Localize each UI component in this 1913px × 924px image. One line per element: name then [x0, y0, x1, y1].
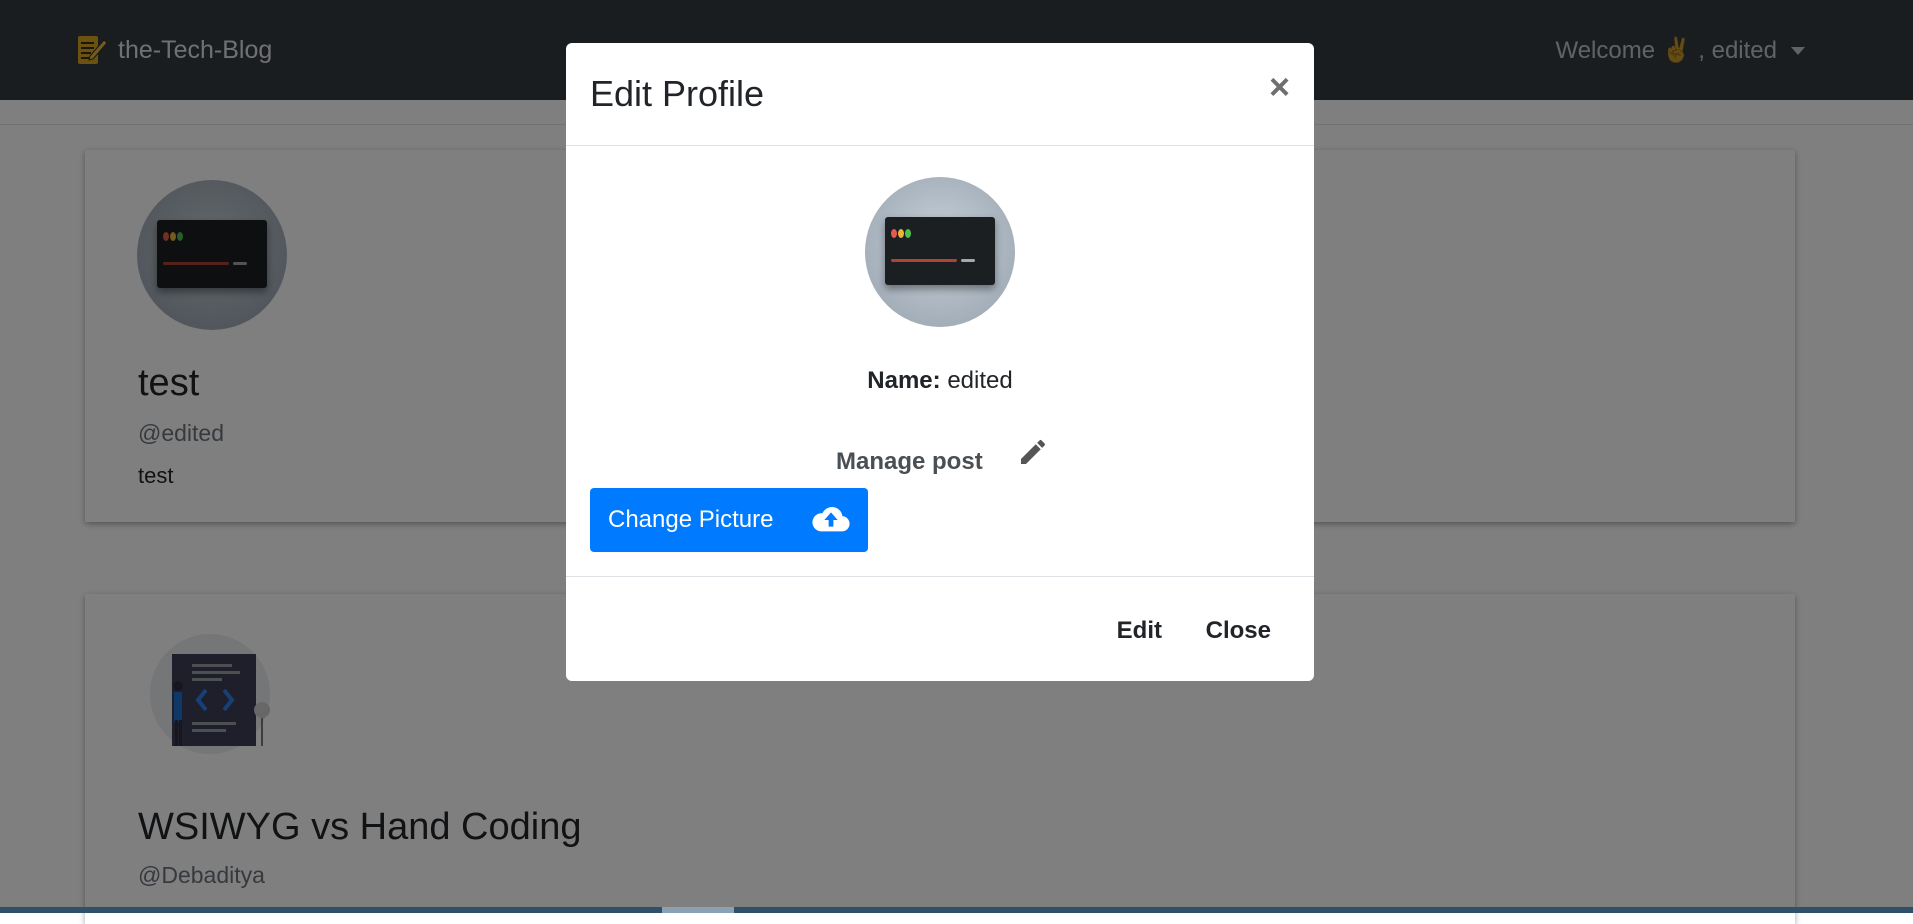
close-button[interactable]: Close [1206, 617, 1271, 645]
modal-title: Edit Profile [590, 73, 765, 114]
change-picture-label: Change Picture [608, 506, 774, 533]
change-picture-button[interactable]: Change Picture [590, 488, 868, 552]
close-icon[interactable]: × [1269, 69, 1290, 105]
edit-button[interactable]: Edit [1117, 617, 1162, 645]
pencil-icon[interactable] [1017, 436, 1049, 468]
cloud-upload-icon [812, 507, 850, 532]
manage-post-label[interactable]: Manage post [836, 448, 983, 476]
modal-footer: Edit Close [566, 576, 1314, 681]
scrollbar-thumb[interactable] [662, 907, 734, 913]
profile-name-line: Name: edited [566, 367, 1314, 395]
name-label: Name: [867, 367, 941, 394]
modal-avatar [865, 177, 1015, 327]
name-value: edited [947, 367, 1013, 394]
edit-profile-modal: Edit Profile × Name: edited Manage post … [566, 43, 1314, 681]
horizontal-scrollbar[interactable] [0, 907, 1913, 913]
modal-header: Edit Profile × [566, 43, 1314, 146]
